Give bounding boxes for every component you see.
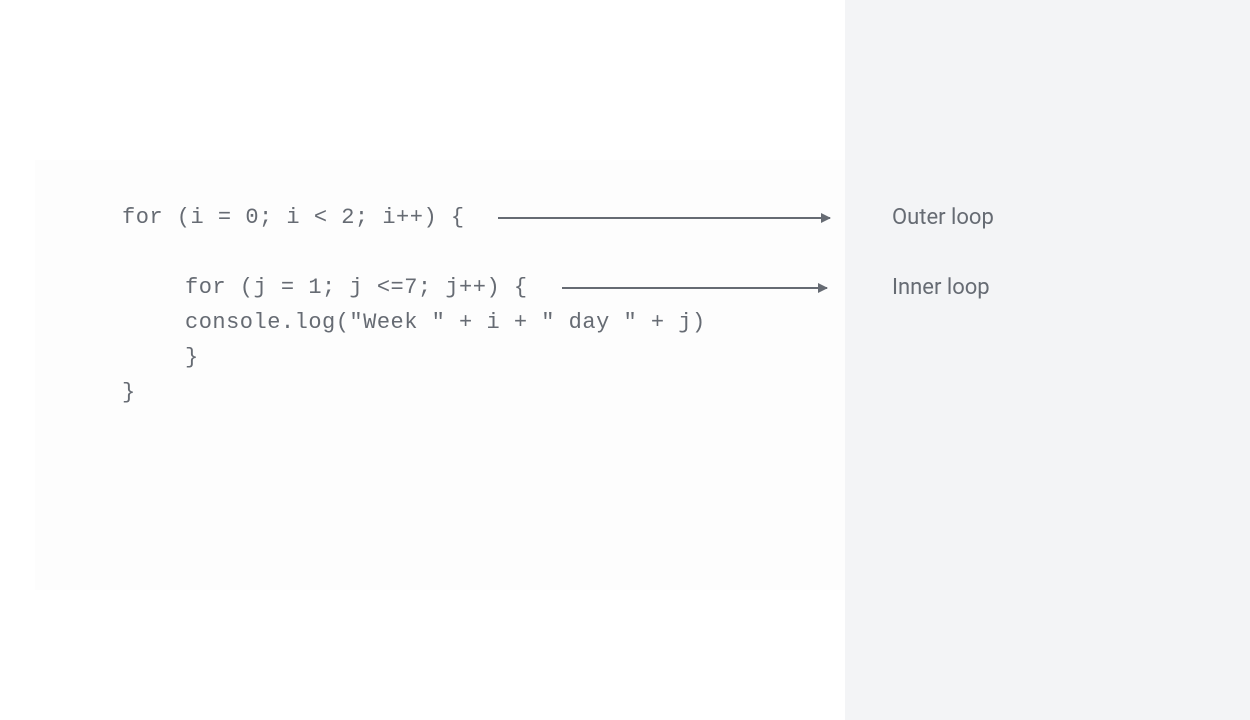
right-panel <box>845 0 1250 720</box>
code-line-console-log: console.log("Week " + i + " day " + j) <box>185 310 706 335</box>
label-inner-loop: Inner loop <box>892 275 990 300</box>
code-line-outer-close: } <box>122 380 136 405</box>
arrow-outer-loop <box>498 217 830 219</box>
arrow-inner-loop <box>562 287 827 289</box>
code-line-inner-for: for (j = 1; j <=7; j++) { <box>185 275 528 300</box>
code-line-outer-for: for (i = 0; i < 2; i++) { <box>122 205 465 230</box>
label-outer-loop: Outer loop <box>892 205 994 230</box>
code-line-inner-close: } <box>185 345 199 370</box>
